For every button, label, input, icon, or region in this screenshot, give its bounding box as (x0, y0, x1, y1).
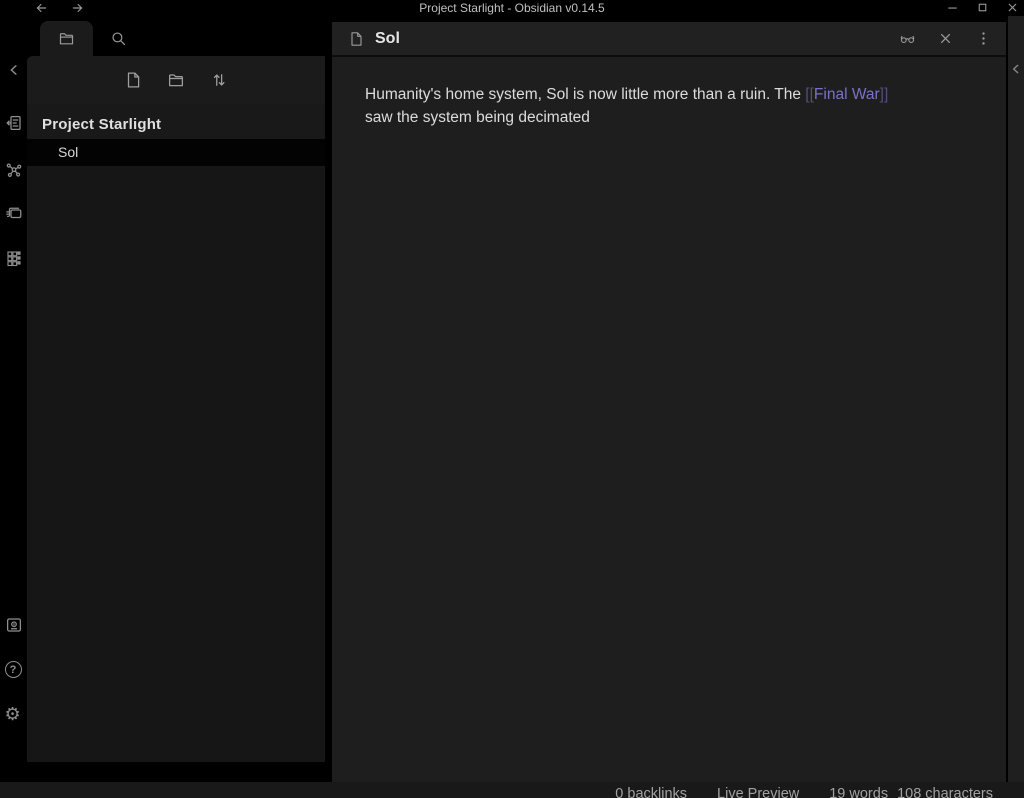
left-sidebar: Project Starlight Sol (27, 16, 325, 780)
tab-file-explorer[interactable] (40, 21, 93, 56)
obsidian-window: Project Starlight - Obsidian v0.14.5 ? ⚙ (0, 0, 1024, 798)
more-options-icon[interactable] (975, 30, 992, 47)
status-bar: 0 backlinks Live Preview 19 words 108 ch… (0, 782, 1024, 798)
new-note-icon[interactable] (124, 71, 142, 89)
status-backlinks[interactable]: 0 backlinks (615, 786, 687, 798)
editor-header: Sol (332, 22, 1006, 55)
note-document-icon (351, 31, 362, 46)
file-explorer-empty-area (27, 166, 325, 762)
editor-content-area[interactable]: Humanity's home system, Sol is now littl… (332, 55, 1006, 782)
main-pane: Sol Humanity's home system, Sol is now l… (325, 16, 1006, 782)
new-folder-icon[interactable] (167, 71, 185, 89)
left-ribbon: ? ⚙ (0, 16, 27, 782)
window-title: Project Starlight - Obsidian v0.14.5 (419, 1, 605, 15)
file-explorer-actions (27, 56, 325, 104)
note-text: Humanity's home system, Sol is now littl… (365, 86, 806, 103)
note-title[interactable]: Sol (375, 30, 400, 48)
right-sidebar-collapsed (1006, 16, 1024, 782)
tab-search[interactable] (97, 21, 139, 56)
settings-gear-icon[interactable]: ⚙ (5, 706, 23, 724)
search-icon (111, 32, 125, 46)
collapse-left-sidebar-icon[interactable] (5, 61, 23, 79)
status-word-count: 19 words (829, 786, 889, 798)
reading-view-glasses-icon[interactable] (899, 30, 916, 47)
vault-switcher-icon[interactable] (5, 616, 23, 634)
grid-blocks-icon[interactable] (5, 249, 23, 267)
note-paragraph: Humanity's home system, Sol is now littl… (365, 83, 970, 129)
sidebar-tab-bar (27, 16, 325, 56)
wikilink-final-war[interactable]: Final War (814, 86, 880, 103)
wikilink-open-bracket: [[ (805, 86, 814, 103)
minimize-icon[interactable] (946, 1, 959, 14)
close-tab-icon[interactable] (937, 30, 954, 47)
graph-view-icon[interactable] (5, 161, 23, 179)
folder-icon (59, 33, 74, 45)
change-sort-order-icon[interactable] (210, 71, 228, 89)
card-stack-icon[interactable] (5, 204, 23, 222)
vault-title[interactable]: Project Starlight (27, 104, 325, 139)
file-explorer-panel: Project Starlight Sol (27, 56, 325, 762)
status-editor-mode[interactable]: Live Preview (717, 786, 799, 798)
titlebar: Project Starlight - Obsidian v0.14.5 (0, 0, 1024, 16)
expand-right-sidebar-icon[interactable] (1008, 61, 1024, 77)
file-item-sol[interactable]: Sol (27, 139, 325, 166)
help-icon[interactable]: ? (4, 661, 23, 679)
close-window-icon[interactable] (1006, 1, 1019, 14)
wikilink-close-bracket: ]] (879, 86, 889, 103)
maximize-icon[interactable] (976, 1, 989, 14)
note-text-continued: saw the system being decimated (365, 109, 590, 126)
quick-switcher-icon[interactable] (5, 114, 23, 132)
status-character-count: 108 characters (897, 786, 993, 798)
